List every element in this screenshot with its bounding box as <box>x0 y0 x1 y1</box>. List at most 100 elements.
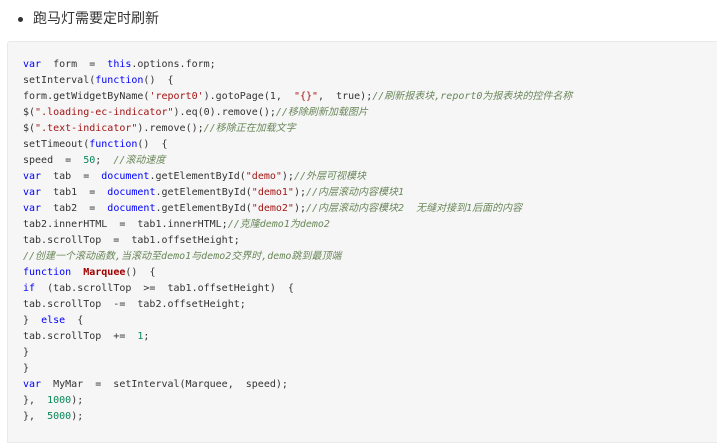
code-line: } <box>23 345 572 361</box>
code-token: .getElementById( <box>149 171 246 182</box>
list-item: 跑马灯需要定时刷新 <box>8 8 159 30</box>
code-token: "demo" <box>245 171 282 182</box>
code-token: }, <box>23 411 48 422</box>
code-token: //内层滚动内容模块1 <box>306 187 405 198</box>
code-token: setTimeout( <box>23 139 90 150</box>
code-token: setInterval( <box>23 75 96 86</box>
code-token: //克隆demo1为demo2 <box>227 219 330 230</box>
code-token: MyMar = setInterval(Marquee, speed); <box>41 379 288 390</box>
code-token: function <box>95 75 144 86</box>
code-line: speed = 50; //滚动速度 <box>23 153 572 169</box>
code-token: ".loading-ec-indicator" <box>35 107 174 118</box>
code-token: document <box>107 203 156 214</box>
code-token: () { <box>143 75 174 86</box>
code-token: ; <box>95 155 114 166</box>
code-line: function Marquee() { <box>23 265 572 281</box>
code-token: 'report0' <box>149 91 204 102</box>
code-token: this <box>107 59 132 70</box>
code-token: tab1 = <box>41 187 108 198</box>
code-line: var form = this.options.form; <box>23 57 572 73</box>
code-content: var form = this.options.form; setInterval… <box>23 57 572 425</box>
code-token: document <box>107 187 156 198</box>
code-line: tab.scrollTop += 1; <box>23 329 572 345</box>
code-line: //创建一个滚动函数,当滚动至demo1与demo2交界时,demo跳到最顶端 <box>23 249 572 265</box>
code-token: tab.scrollTop -= tab2.offsetHeight; <box>23 299 246 310</box>
code-token: speed = <box>23 155 84 166</box>
code-line: var tab = document.getElementById("demo"… <box>23 169 572 185</box>
code-token: var <box>23 59 42 70</box>
code-line: }, 5000); <box>23 409 572 425</box>
code-line: } <box>23 361 572 377</box>
code-line: tab.scrollTop = tab1.offsetHeight; <box>23 233 572 249</box>
code-token: "{}" <box>293 91 319 102</box>
code-token: ".text-indicator" <box>35 123 138 134</box>
code-token: } <box>23 315 42 326</box>
code-token: tab = <box>41 171 102 182</box>
code-token: //移除正在加载文字 <box>203 123 296 134</box>
code-token: } <box>23 363 30 374</box>
code-line: tab2.innerHTML = tab1.innerHTML;//克隆demo… <box>23 217 572 233</box>
code-token: //滚动速度 <box>113 155 166 166</box>
code-token: ); <box>293 203 306 214</box>
code-token: var <box>23 171 42 182</box>
code-token: form = <box>41 59 108 70</box>
code-token: .getElementById( <box>155 203 252 214</box>
code-token: 5000 <box>47 411 72 422</box>
code-token: .options.form; <box>131 59 216 70</box>
code-token: $( <box>23 123 36 134</box>
code-token: $( <box>23 107 36 118</box>
code-token: tab2 = <box>41 203 108 214</box>
code-line: $(".text-indicator").remove();//移除正在加载文字 <box>23 121 572 137</box>
code-token: ).eq(0).remove(); <box>173 107 276 118</box>
code-block: var form = this.options.form; setInterval… <box>7 41 717 443</box>
code-token: () { <box>125 267 156 278</box>
code-line: }, 1000); <box>23 393 572 409</box>
code-line: var tab2 = document.getElementById("demo… <box>23 201 572 217</box>
code-token: var <box>23 187 42 198</box>
list-item-text: 跑马灯需要定时刷新 <box>33 11 159 27</box>
code-line: setTimeout(function() { <box>23 137 572 153</box>
code-line: tab.scrollTop -= tab2.offsetHeight; <box>23 297 572 313</box>
code-token: } <box>23 347 30 358</box>
code-token: if <box>23 283 36 294</box>
code-token: //移除刷新加载图片 <box>275 107 368 118</box>
code-line: } else { <box>23 313 572 329</box>
code-token: ); <box>281 171 294 182</box>
code-token: form.getWidgetByName( <box>23 91 150 102</box>
code-line: setInterval(function() { <box>23 73 572 89</box>
code-token: , true); <box>318 91 373 102</box>
code-token: }, <box>23 395 48 406</box>
code-token: //外层可视模块 <box>293 171 366 182</box>
code-token: "demo1" <box>251 187 294 198</box>
code-line: if (tab.scrollTop >= tab1.offsetHeight) … <box>23 281 572 297</box>
code-token: (tab.scrollTop >= tab1.offsetHeight) { <box>35 283 294 294</box>
code-token: ); <box>71 395 84 406</box>
code-token: //内层滚动内容模块2 无缝对接到1后面的内容 <box>306 203 523 214</box>
code-token: //创建一个滚动函数,当滚动至demo1与demo2交界时,demo跳到最顶端 <box>23 251 342 262</box>
code-token: "demo2" <box>251 203 294 214</box>
code-token: else <box>41 315 66 326</box>
code-token: 1000 <box>47 395 72 406</box>
code-line: var MyMar = setInterval(Marquee, speed); <box>23 377 572 393</box>
code-token: document <box>101 171 150 182</box>
code-token: //刷新报表块,report0为报表块的控件名称 <box>372 91 573 102</box>
code-token: ; <box>143 331 150 342</box>
code-token: .getElementById( <box>155 187 252 198</box>
code-token: ).remove(); <box>137 123 204 134</box>
code-line: $(".loading-ec-indicator").eq(0).remove(… <box>23 105 572 121</box>
code-token: ); <box>71 411 84 422</box>
code-line: form.getWidgetByName('report0').gotoPage… <box>23 89 572 105</box>
code-token: Marquee <box>83 267 126 278</box>
code-token: function <box>89 139 138 150</box>
code-token: function <box>23 267 72 278</box>
code-token: ); <box>293 187 306 198</box>
code-token: tab.scrollTop += <box>23 331 138 342</box>
code-token: ).gotoPage(1, <box>203 91 294 102</box>
code-token: tab.scrollTop = tab1.offsetHeight; <box>23 235 240 246</box>
code-token: 50 <box>83 155 96 166</box>
code-token: tab2.innerHTML = tab1.innerHTML; <box>23 219 228 230</box>
code-token: var <box>23 379 42 390</box>
code-token: var <box>23 203 42 214</box>
code-line: var tab1 = document.getElementById("demo… <box>23 185 572 201</box>
